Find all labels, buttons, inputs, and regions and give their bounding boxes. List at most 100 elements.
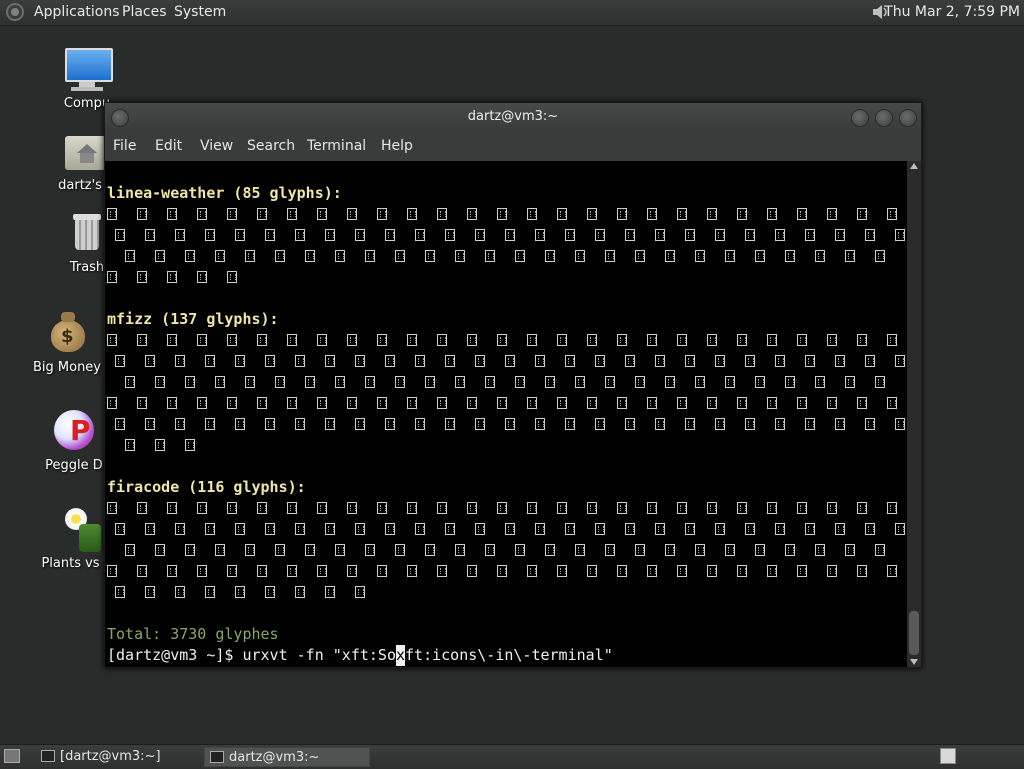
missing-glyph-box — [245, 544, 255, 556]
menu-file[interactable]: File — [113, 138, 136, 154]
missing-glyph-box — [677, 502, 687, 514]
missing-glyph-box — [137, 271, 147, 283]
missing-glyph-box — [775, 418, 785, 430]
missing-glyph-box — [565, 229, 575, 241]
missing-glyph-box — [205, 586, 215, 598]
missing-glyph-box — [467, 334, 477, 346]
missing-glyph-box — [227, 397, 237, 409]
missing-glyph-box — [557, 334, 567, 346]
missing-glyph-box — [137, 397, 147, 409]
missing-glyph-box — [785, 376, 795, 388]
menu-search[interactable]: Search — [247, 138, 295, 154]
window-menu-button[interactable] — [111, 109, 129, 127]
terminal-output[interactable]: linea-weather (85 glyphs): mfizz (137 gl… — [105, 161, 907, 667]
window-titlebar[interactable]: dartz@vm3:~ — [105, 103, 921, 131]
missing-glyph-box — [407, 208, 417, 220]
missing-glyph-box — [155, 439, 165, 451]
total-line: Total: 3730 glyphes — [107, 625, 279, 643]
missing-glyph-box — [685, 355, 695, 367]
missing-glyph-box — [137, 565, 147, 577]
menu-edit[interactable]: Edit — [155, 138, 182, 154]
missing-glyph-box — [515, 376, 525, 388]
menu-places[interactable]: Places — [122, 4, 167, 20]
missing-glyph-box — [425, 250, 435, 262]
workspace-switcher[interactable] — [940, 748, 956, 764]
missing-glyph-box — [167, 208, 177, 220]
missing-glyph-box — [377, 502, 387, 514]
missing-glyph-box — [737, 208, 747, 220]
missing-glyph-box — [617, 502, 627, 514]
missing-glyph-box — [437, 208, 447, 220]
missing-glyph-box — [347, 397, 357, 409]
missing-glyph-box — [677, 397, 687, 409]
scroll-down-arrow-icon[interactable] — [910, 659, 918, 665]
missing-glyph-box — [257, 565, 267, 577]
taskbar-item[interactable]: [dartz@vm3:~] — [36, 747, 200, 767]
missing-glyph-box — [805, 523, 815, 535]
missing-glyph-box — [617, 565, 627, 577]
missing-glyph-box — [467, 565, 477, 577]
missing-glyph-box — [215, 376, 225, 388]
missing-glyph-box — [475, 523, 485, 535]
menu-terminal[interactable]: Terminal — [307, 138, 366, 154]
missing-glyph-box — [895, 418, 905, 430]
missing-glyph-box — [625, 355, 635, 367]
minimize-button[interactable] — [851, 109, 869, 127]
missing-glyph-box — [835, 523, 845, 535]
menu-view[interactable]: View — [200, 138, 233, 154]
missing-glyph-box — [175, 523, 185, 535]
missing-glyph-box — [265, 523, 275, 535]
missing-glyph-box — [265, 586, 275, 598]
missing-glyph-box — [445, 355, 455, 367]
missing-glyph-box — [317, 397, 327, 409]
missing-glyph-box — [497, 397, 507, 409]
close-button[interactable] — [899, 109, 917, 127]
menu-help[interactable]: Help — [381, 138, 413, 154]
missing-glyph-box — [527, 334, 537, 346]
taskbar-item-active[interactable]: dartz@vm3:~ — [204, 747, 370, 767]
scroll-thumb[interactable] — [909, 611, 919, 655]
missing-glyph-box — [707, 565, 717, 577]
missing-glyph-box — [737, 502, 747, 514]
missing-glyph-box — [767, 502, 777, 514]
menu-system[interactable]: System — [174, 4, 226, 20]
scroll-up-arrow-icon[interactable] — [910, 163, 918, 169]
missing-glyph-box — [467, 502, 477, 514]
terminal-window[interactable]: dartz@vm3:~ File Edit View Search Termin… — [104, 102, 922, 668]
missing-glyph-box — [595, 229, 605, 241]
missing-glyph-box — [827, 208, 837, 220]
missing-glyph-box — [245, 250, 255, 262]
show-desktop-icon[interactable] — [4, 749, 20, 763]
maximize-button[interactable] — [875, 109, 893, 127]
missing-glyph-box — [107, 565, 117, 577]
missing-glyph-box — [215, 544, 225, 556]
missing-glyph-box — [575, 544, 585, 556]
missing-glyph-box — [767, 565, 777, 577]
missing-glyph-box — [317, 502, 327, 514]
distro-logo-icon[interactable] — [6, 3, 24, 21]
missing-glyph-box — [185, 439, 195, 451]
missing-glyph-box — [505, 523, 515, 535]
command-prompt[interactable]: [dartz@vm3 ~]$ urxvt -fn "xft:Soxft:icon… — [107, 645, 613, 666]
scrollbar[interactable] — [907, 161, 921, 667]
missing-glyph-box — [895, 523, 905, 535]
missing-glyph-box — [635, 544, 645, 556]
missing-glyph-box — [385, 523, 395, 535]
desktop-icon-big-money[interactable]: $ Big Money — [17, 310, 117, 375]
missing-glyph-box — [715, 523, 725, 535]
missing-glyph-box — [535, 229, 545, 241]
missing-glyph-box — [197, 565, 207, 577]
missing-glyph-box — [115, 586, 125, 598]
missing-glyph-box — [115, 523, 125, 535]
clock[interactable]: Thu Mar 2, 7:59 PM — [884, 4, 1020, 20]
missing-glyph-box — [505, 355, 515, 367]
missing-glyph-box — [785, 544, 795, 556]
missing-glyph-box — [647, 565, 657, 577]
missing-glyph-box — [605, 544, 615, 556]
missing-glyph-box — [235, 523, 245, 535]
missing-glyph-box — [475, 229, 485, 241]
missing-glyph-box — [385, 355, 395, 367]
menu-applications[interactable]: Applications — [34, 4, 120, 20]
missing-glyph-box — [617, 334, 627, 346]
missing-glyph-box — [437, 397, 447, 409]
